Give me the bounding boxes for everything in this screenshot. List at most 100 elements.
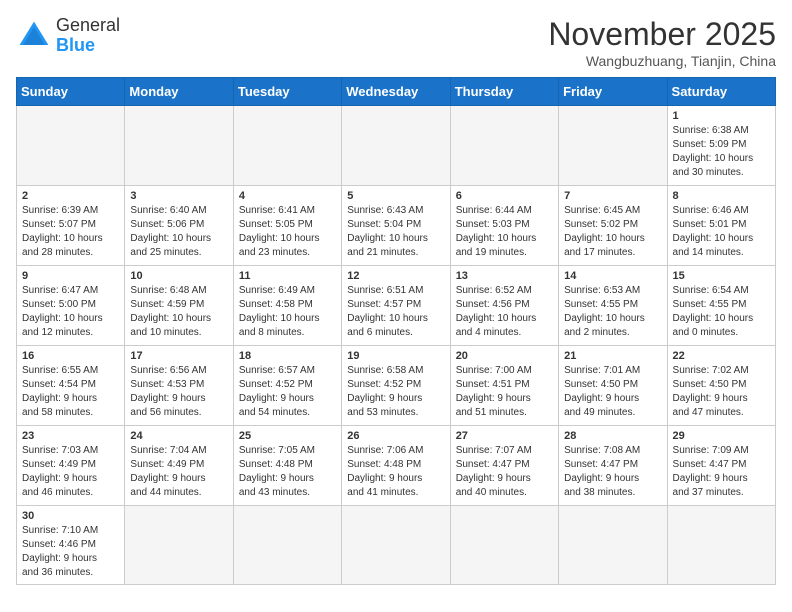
week-row-3: 9Sunrise: 6:47 AM Sunset: 5:00 PM Daylig… <box>17 266 776 346</box>
week-row-2: 2 Sunrise: 6:39 AM Sunset: 5:07 PM Daylig… <box>17 186 776 266</box>
calendar-cell <box>667 506 775 585</box>
day-number: 16 <box>22 350 119 362</box>
day-number: 21 <box>564 350 661 362</box>
day-info: Sunrise: 6:55 AM Sunset: 4:54 PM Dayligh… <box>22 364 119 420</box>
day-info: Sunrise: 6:51 AM Sunset: 4:57 PM Dayligh… <box>347 284 444 340</box>
calendar-cell: 2 Sunrise: 6:39 AM Sunset: 5:07 PM Daylig… <box>17 186 125 266</box>
day-number: 13 <box>456 270 553 282</box>
calendar-cell <box>17 106 125 186</box>
week-row-1: 1Sunrise: 6:38 AM Sunset: 5:09 PM Daylig… <box>17 106 776 186</box>
day-number: 12 <box>347 270 444 282</box>
calendar-cell: 15 Sunrise: 6:54 AM Sunset: 4:55 PM Dayli… <box>667 266 775 346</box>
day-info: Sunrise: 7:05 AM Sunset: 4:48 PM Dayligh… <box>239 444 336 500</box>
calendar-cell: 19 Sunrise: 6:58 AM Sunset: 4:52 PM Dayli… <box>342 346 450 426</box>
calendar-header: General Blue November 2025 Wangbuzhuang,… <box>16 16 776 69</box>
day-info: Sunrise: 6:54 AM Sunset: 4:55 PM Dayligh… <box>673 284 770 340</box>
location: Wangbuzhuang, Tianjin, China <box>548 53 776 69</box>
calendar-cell <box>559 506 667 585</box>
day-number: 27 <box>456 430 553 442</box>
generalblue-logo-icon <box>16 18 52 54</box>
day-info: Sunrise: 6:52 AM Sunset: 4:56 PM Dayligh… <box>456 284 553 340</box>
calendar-cell: 13 Sunrise: 6:52 AM Sunset: 4:56 PM Dayli… <box>450 266 558 346</box>
day-info: Sunrise: 6:39 AM Sunset: 5:07 PM Dayligh… <box>22 204 119 260</box>
month-title: November 2025 <box>548 16 776 53</box>
day-number: 28 <box>564 430 661 442</box>
day-number: 15 <box>673 270 770 282</box>
day-info: Sunrise: 6:48 AM Sunset: 4:59 PM Dayligh… <box>130 284 227 340</box>
day-number: 11 <box>239 270 336 282</box>
calendar-cell: 25 Sunrise: 7:05 AM Sunset: 4:48 PM Dayli… <box>233 426 341 506</box>
calendar-cell: 20 Sunrise: 7:00 AM Sunset: 4:51 PM Dayli… <box>450 346 558 426</box>
weekday-header-monday: Monday <box>125 78 233 106</box>
day-number: 4 <box>239 190 336 202</box>
day-number: 25 <box>239 430 336 442</box>
day-info: Sunrise: 6:40 AM Sunset: 5:06 PM Dayligh… <box>130 204 227 260</box>
calendar-table: SundayMondayTuesdayWednesdayThursdayFrid… <box>16 77 776 585</box>
calendar-cell: 14 Sunrise: 6:53 AM Sunset: 4:55 PM Dayli… <box>559 266 667 346</box>
calendar-cell <box>342 106 450 186</box>
calendar-cell: 27Sunrise: 7:07 AM Sunset: 4:47 PM Dayli… <box>450 426 558 506</box>
day-number: 29 <box>673 430 770 442</box>
logo-general: General <box>56 15 120 35</box>
day-info: Sunrise: 6:57 AM Sunset: 4:52 PM Dayligh… <box>239 364 336 420</box>
title-area: November 2025 Wangbuzhuang, Tianjin, Chi… <box>548 16 776 69</box>
calendar-cell: 9Sunrise: 6:47 AM Sunset: 5:00 PM Daylig… <box>17 266 125 346</box>
calendar-cell: 23Sunrise: 7:03 AM Sunset: 4:49 PM Dayli… <box>17 426 125 506</box>
calendar-cell: 29Sunrise: 7:09 AM Sunset: 4:47 PM Dayli… <box>667 426 775 506</box>
weekday-header-sunday: Sunday <box>17 78 125 106</box>
logo: General Blue <box>16 16 120 56</box>
day-info: Sunrise: 6:46 AM Sunset: 5:01 PM Dayligh… <box>673 204 770 260</box>
calendar-cell: 18Sunrise: 6:57 AM Sunset: 4:52 PM Dayli… <box>233 346 341 426</box>
day-info: Sunrise: 6:44 AM Sunset: 5:03 PM Dayligh… <box>456 204 553 260</box>
logo-text: General Blue <box>56 16 120 56</box>
weekday-header-row: SundayMondayTuesdayWednesdayThursdayFrid… <box>17 78 776 106</box>
day-info: Sunrise: 7:02 AM Sunset: 4:50 PM Dayligh… <box>673 364 770 420</box>
calendar-cell <box>450 106 558 186</box>
day-number: 3 <box>130 190 227 202</box>
day-number: 17 <box>130 350 227 362</box>
day-number: 1 <box>673 110 770 122</box>
day-number: 22 <box>673 350 770 362</box>
calendar-cell: 5Sunrise: 6:43 AM Sunset: 5:04 PM Daylig… <box>342 186 450 266</box>
weekday-header-saturday: Saturday <box>667 78 775 106</box>
day-number: 2 <box>22 190 119 202</box>
calendar-cell: 21 Sunrise: 7:01 AM Sunset: 4:50 PM Dayli… <box>559 346 667 426</box>
calendar-cell: 30 Sunrise: 7:10 AM Sunset: 4:46 PM Dayli… <box>17 506 125 585</box>
day-number: 8 <box>673 190 770 202</box>
day-number: 20 <box>456 350 553 362</box>
day-info: Sunrise: 6:56 AM Sunset: 4:53 PM Dayligh… <box>130 364 227 420</box>
week-row-6: 30 Sunrise: 7:10 AM Sunset: 4:46 PM Dayli… <box>17 506 776 585</box>
day-number: 19 <box>347 350 444 362</box>
calendar-cell: 22 Sunrise: 7:02 AM Sunset: 4:50 PM Dayli… <box>667 346 775 426</box>
weekday-header-wednesday: Wednesday <box>342 78 450 106</box>
day-info: Sunrise: 6:41 AM Sunset: 5:05 PM Dayligh… <box>239 204 336 260</box>
calendar-cell: 7Sunrise: 6:45 AM Sunset: 5:02 PM Daylig… <box>559 186 667 266</box>
calendar-cell <box>342 506 450 585</box>
calendar-cell: 24Sunrise: 7:04 AM Sunset: 4:49 PM Dayli… <box>125 426 233 506</box>
calendar-cell <box>450 506 558 585</box>
day-info: Sunrise: 6:53 AM Sunset: 4:55 PM Dayligh… <box>564 284 661 340</box>
calendar-cell <box>233 106 341 186</box>
calendar-cell: 16 Sunrise: 6:55 AM Sunset: 4:54 PM Dayli… <box>17 346 125 426</box>
weekday-header-tuesday: Tuesday <box>233 78 341 106</box>
day-info: Sunrise: 7:01 AM Sunset: 4:50 PM Dayligh… <box>564 364 661 420</box>
day-info: Sunrise: 6:49 AM Sunset: 4:58 PM Dayligh… <box>239 284 336 340</box>
calendar-cell: 6 Sunrise: 6:44 AM Sunset: 5:03 PM Daylig… <box>450 186 558 266</box>
weekday-header-thursday: Thursday <box>450 78 558 106</box>
calendar-cell <box>125 106 233 186</box>
day-info: Sunrise: 6:58 AM Sunset: 4:52 PM Dayligh… <box>347 364 444 420</box>
day-number: 30 <box>22 510 119 522</box>
logo-blue: Blue <box>56 35 95 55</box>
day-number: 23 <box>22 430 119 442</box>
calendar-cell <box>559 106 667 186</box>
day-number: 26 <box>347 430 444 442</box>
day-info: Sunrise: 7:10 AM Sunset: 4:46 PM Dayligh… <box>22 524 119 580</box>
day-info: Sunrise: 7:00 AM Sunset: 4:51 PM Dayligh… <box>456 364 553 420</box>
day-info: Sunrise: 6:43 AM Sunset: 5:04 PM Dayligh… <box>347 204 444 260</box>
day-number: 24 <box>130 430 227 442</box>
calendar-cell: 17 Sunrise: 6:56 AM Sunset: 4:53 PM Dayli… <box>125 346 233 426</box>
day-number: 7 <box>564 190 661 202</box>
calendar-cell: 28Sunrise: 7:08 AM Sunset: 4:47 PM Dayli… <box>559 426 667 506</box>
day-number: 6 <box>456 190 553 202</box>
day-number: 14 <box>564 270 661 282</box>
